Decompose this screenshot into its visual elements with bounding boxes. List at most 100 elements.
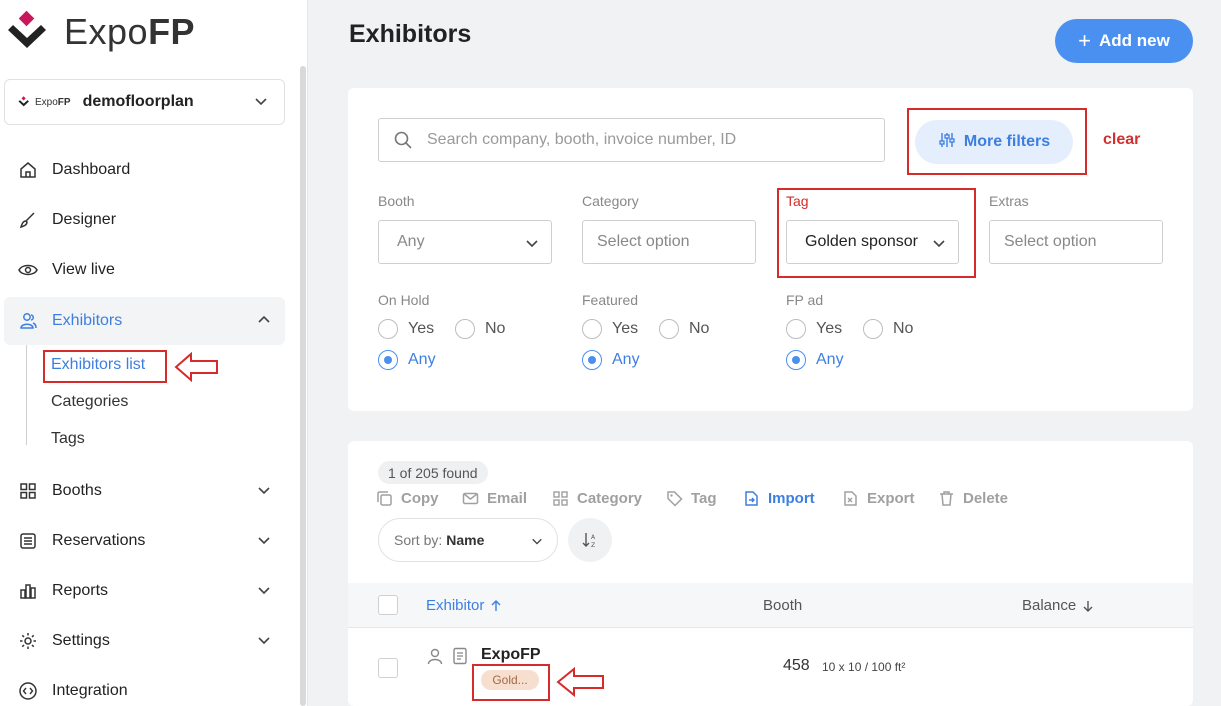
action-label: Delete	[963, 490, 1009, 507]
sort-by-select[interactable]: Sort by: Name	[378, 518, 558, 562]
search-box[interactable]	[378, 118, 885, 162]
category-label: Category	[582, 193, 639, 209]
mini-brand-light: Expo	[35, 96, 58, 108]
extras-select[interactable]: Select option	[989, 220, 1163, 264]
column-label: Balance	[1022, 597, 1077, 614]
trash-icon	[938, 490, 955, 507]
booth-select[interactable]: Any	[378, 220, 552, 264]
booth-select-value: Any	[397, 233, 425, 250]
tag-action[interactable]: Tag	[666, 490, 717, 507]
sidebar: ExpoFP Expo FP demofloorplan Dashboard De…	[0, 0, 308, 706]
row-checkbox[interactable]	[378, 658, 398, 678]
add-new-button[interactable]: + Add new	[1055, 19, 1193, 63]
on-hold-no-radio[interactable]: No	[455, 319, 505, 339]
chevron-down-icon	[257, 633, 271, 652]
column-label: Exhibitor	[426, 597, 485, 614]
radio-circle	[659, 319, 679, 339]
sort-direction-button[interactable]: AZ	[568, 518, 612, 562]
radio-circle	[582, 319, 602, 339]
search-input[interactable]	[427, 131, 867, 149]
import-action[interactable]: Import	[743, 490, 815, 507]
fp-ad-label: FP ad	[786, 292, 824, 308]
select-all-checkbox[interactable]	[378, 595, 398, 615]
expofp-logo-icon	[6, 10, 50, 54]
left-arrow-annotation-icon	[174, 351, 218, 383]
sort-az-icon: AZ	[582, 533, 596, 549]
featured-yes-radio[interactable]: Yes	[582, 319, 638, 339]
import-file-icon	[743, 490, 760, 507]
fp-ad-no-radio[interactable]: No	[863, 319, 913, 339]
action-label: Category	[577, 490, 643, 507]
nav-integration[interactable]: Integration	[4, 667, 285, 706]
booth-label: Booth	[378, 193, 415, 209]
highlight-box	[43, 350, 167, 383]
user-icon	[427, 648, 443, 665]
mini-brand-bold: FP	[57, 96, 71, 108]
nav-reports[interactable]: Reports	[4, 567, 285, 615]
grid-icon	[18, 481, 38, 501]
sidebar-scrollbar[interactable]	[300, 66, 306, 706]
arrow-up-icon	[491, 599, 501, 611]
nav-settings[interactable]: Settings	[4, 617, 285, 665]
nav-label: View live	[52, 261, 115, 278]
fp-ad-yes-radio[interactable]: Yes	[786, 319, 842, 339]
booth-number: 458	[783, 657, 810, 674]
featured-any-radio[interactable]: Any	[582, 350, 640, 370]
grid-icon	[552, 490, 569, 507]
nav-dashboard[interactable]: Dashboard	[4, 146, 285, 194]
gear-icon	[18, 631, 38, 651]
arrow-down-icon	[1083, 600, 1093, 612]
featured-no-radio[interactable]: No	[659, 319, 709, 339]
sort-value: Name	[446, 532, 485, 548]
workspace-selector[interactable]: Expo FP demofloorplan	[4, 79, 285, 125]
export-action[interactable]: Export	[842, 490, 915, 507]
radio-label: Yes	[816, 320, 843, 337]
clear-filters-link[interactable]: clear	[1103, 131, 1140, 149]
column-label: Booth	[763, 597, 803, 614]
logo-text-light: Expo	[64, 11, 149, 52]
nav-label: Settings	[52, 632, 110, 649]
nav-exhibitors[interactable]: Exhibitors	[4, 297, 285, 345]
nav-tags[interactable]: Tags	[51, 430, 85, 448]
bar-chart-icon	[18, 581, 38, 601]
on-hold-yes-radio[interactable]: Yes	[378, 319, 434, 339]
radio-label: Any	[408, 351, 436, 368]
sort-prefix: Sort by:	[394, 532, 443, 548]
nav-booths[interactable]: Booths	[4, 467, 285, 515]
highlight-box	[907, 108, 1087, 175]
nav-view-live[interactable]: View live	[4, 246, 285, 294]
nav-label: Reports	[52, 582, 109, 599]
document-icon	[453, 647, 467, 665]
nav-categories[interactable]: Categories	[51, 393, 128, 411]
nav-reservations[interactable]: Reservations	[4, 517, 285, 565]
col-balance[interactable]: Balance	[1022, 597, 1094, 614]
radio-circle	[455, 319, 475, 339]
chevron-down-icon	[525, 236, 539, 255]
category-select[interactable]: Select option	[582, 220, 756, 264]
copy-icon	[376, 490, 393, 507]
delete-action[interactable]: Delete	[938, 490, 1008, 507]
radio-label: Yes	[408, 320, 435, 337]
radio-label: Any	[816, 351, 844, 368]
on-hold-any-radio[interactable]: Any	[378, 350, 436, 370]
fp-ad-any-radio[interactable]: Any	[786, 350, 844, 370]
copy-action[interactable]: Copy	[376, 490, 439, 507]
chevron-down-icon	[531, 534, 543, 550]
exhibitor-name[interactable]: ExpoFP	[481, 646, 541, 664]
mail-icon	[462, 490, 479, 507]
col-booth[interactable]: Booth	[763, 597, 802, 614]
col-exhibitor[interactable]: Exhibitor	[426, 597, 502, 614]
eye-icon	[18, 260, 38, 280]
radio-circle	[378, 319, 398, 339]
nav-designer[interactable]: Designer	[4, 196, 285, 244]
extras-label: Extras	[989, 193, 1029, 209]
category-action[interactable]: Category	[552, 490, 642, 507]
radio-label: No	[485, 320, 506, 337]
nav-label: Booths	[52, 482, 102, 499]
email-action[interactable]: Email	[462, 490, 527, 507]
search-icon	[394, 131, 412, 149]
highlight-box	[777, 188, 976, 278]
logo[interactable]: ExpoFP	[6, 10, 195, 54]
chevron-down-icon	[254, 94, 268, 113]
expofp-mini-icon	[18, 96, 29, 107]
